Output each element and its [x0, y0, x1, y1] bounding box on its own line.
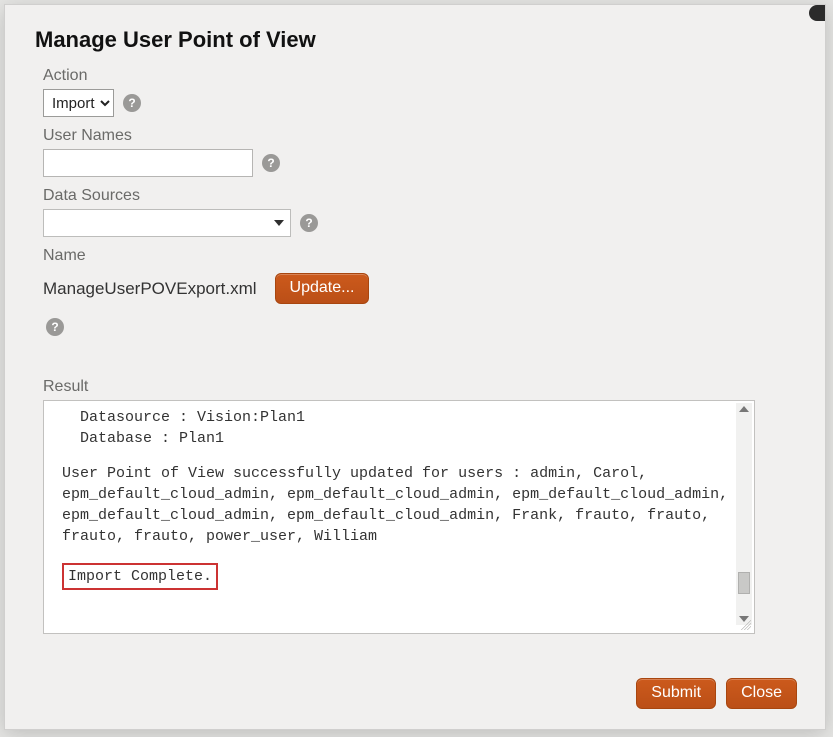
- user-names-input[interactable]: [43, 149, 253, 177]
- action-select[interactable]: Import: [43, 89, 114, 117]
- data-sources-combobox[interactable]: [43, 209, 291, 237]
- file-name-value: ManageUserPOVExport.xml: [43, 279, 257, 299]
- result-highlight: Import Complete.: [62, 563, 218, 590]
- action-label: Action: [43, 67, 801, 85]
- result-label: Result: [43, 378, 801, 396]
- result-top-lines: Datasource : Vision:Plan1 Database : Pla…: [62, 407, 732, 449]
- scroll-up-icon[interactable]: [739, 406, 749, 412]
- help-icon[interactable]: ?: [123, 94, 141, 112]
- help-icon[interactable]: ?: [46, 318, 64, 336]
- result-body: User Point of View successfully updated …: [62, 463, 732, 547]
- submit-button[interactable]: Submit: [636, 678, 716, 709]
- manage-pov-dialog: Manage User Point of View Action Import …: [4, 4, 826, 730]
- window-edge-decoration: [809, 5, 825, 21]
- resize-grip-icon[interactable]: [741, 620, 751, 630]
- help-icon[interactable]: ?: [262, 154, 280, 172]
- data-sources-label: Data Sources: [43, 187, 801, 205]
- user-names-label: User Names: [43, 127, 801, 145]
- dialog-title: Manage User Point of View: [35, 27, 801, 53]
- name-label: Name: [43, 247, 801, 265]
- scroll-thumb[interactable]: [738, 572, 750, 594]
- dialog-footer: Submit Close: [636, 678, 797, 709]
- update-button[interactable]: Update...: [275, 273, 370, 304]
- help-icon[interactable]: ?: [300, 214, 318, 232]
- result-textarea[interactable]: Datasource : Vision:Plan1 Database : Pla…: [43, 400, 755, 634]
- close-button[interactable]: Close: [726, 678, 797, 709]
- chevron-down-icon: [274, 220, 284, 226]
- scrollbar[interactable]: [736, 403, 752, 625]
- form-section: Action Import ? User Names ? Data Source…: [43, 67, 801, 634]
